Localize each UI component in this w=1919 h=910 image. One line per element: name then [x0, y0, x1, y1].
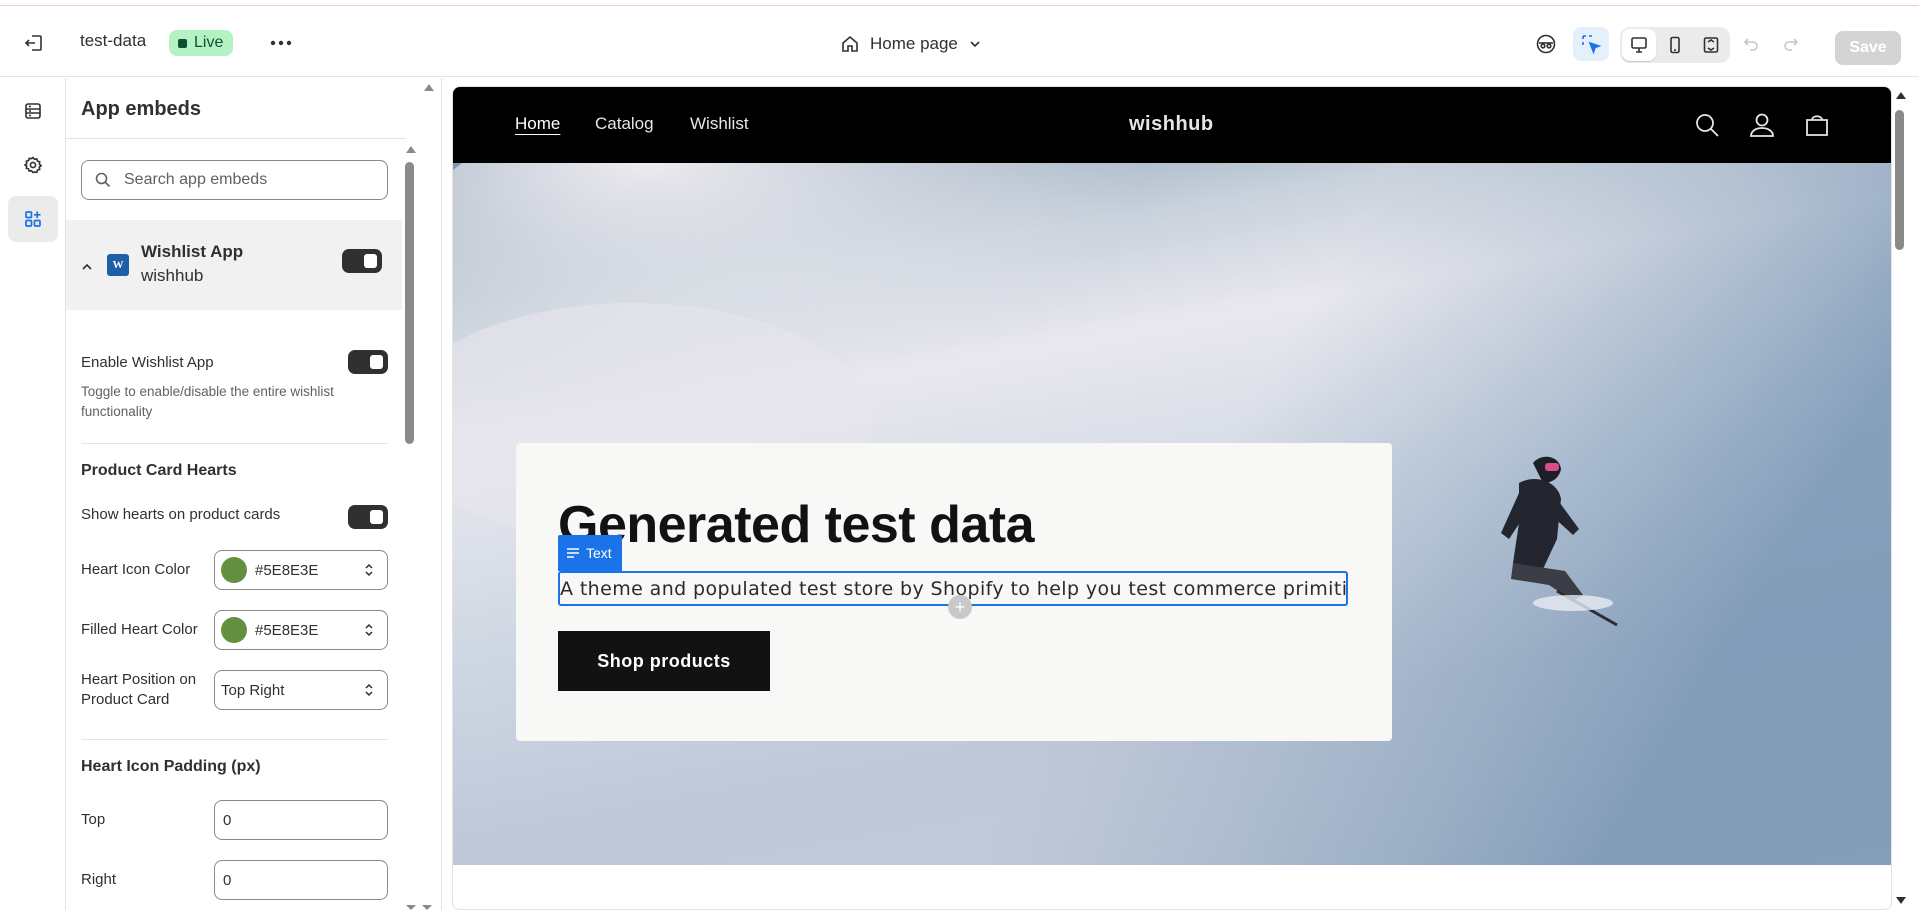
scroll-up-arrow-icon[interactable]: [423, 82, 435, 92]
store-brand[interactable]: wishhub: [1129, 113, 1214, 136]
search-field: [81, 160, 388, 200]
chevron-up-icon[interactable]: [80, 260, 94, 274]
app-vendor: wishhub: [141, 266, 204, 285]
section-product-card-hearts: Product Card Hearts: [81, 462, 237, 479]
top-strip: [0, 0, 1919, 6]
text-lines-icon: [567, 548, 579, 558]
undo-icon[interactable]: [1736, 27, 1766, 61]
hero-heading[interactable]: Generated test data: [558, 495, 1035, 555]
padding-right-label: Right: [81, 871, 117, 888]
app-embed-card[interactable]: W Wishlist App wishhub: [66, 220, 402, 310]
wishlist-app-logo: W: [107, 254, 129, 276]
mobile-view-icon[interactable]: [1658, 29, 1692, 61]
hero-banner: Generated test data Text A theme and pop…: [453, 163, 1891, 865]
filled-heart-color-picker[interactable]: #5E8E3E: [214, 610, 388, 650]
divider: [81, 739, 388, 740]
device-toggle-group: [1620, 27, 1730, 63]
hero-content-card: Generated test data Text A theme and pop…: [516, 443, 1392, 741]
inspector-wrap: [1573, 27, 1609, 61]
page-selector[interactable]: Home page: [840, 29, 982, 59]
inspector-cursor-icon[interactable]: [1573, 27, 1609, 61]
heart-position-label: Heart Position on Product Card: [81, 671, 197, 708]
padding-right-input[interactable]: 0: [214, 860, 388, 900]
panel-title: App embeds: [81, 98, 202, 120]
heart-position-select[interactable]: Top Right: [214, 670, 388, 710]
search-input[interactable]: [124, 171, 364, 189]
fullscreen-view-icon[interactable]: [1694, 29, 1728, 61]
nav-wishlist[interactable]: Wishlist: [690, 114, 749, 134]
skier-image: [1501, 456, 1618, 627]
text-block-chip[interactable]: Text: [558, 535, 622, 571]
scroll-down-arrow-icon[interactable]: [405, 904, 435, 910]
editor-topbar: test-data Live Home page Save: [0, 7, 1919, 77]
live-badge: Live: [169, 30, 234, 56]
enable-label: Enable Wishlist App: [81, 354, 214, 371]
undo-wrap: [1736, 27, 1766, 61]
enable-wishlist-toggle[interactable]: [348, 350, 388, 374]
preview-scrollbar-thumb[interactable]: [1895, 110, 1904, 250]
select-arrows-icon: [365, 623, 373, 637]
search-icon: [95, 172, 111, 188]
select-arrows-icon: [365, 683, 373, 697]
preview-scroll-down-icon[interactable]: [1895, 896, 1907, 906]
live-label: Live: [194, 34, 224, 51]
text-chip-label: Text: [586, 545, 612, 561]
save-button[interactable]: Save: [1835, 31, 1901, 65]
redo-icon[interactable]: [1776, 27, 1806, 61]
heart-icon-color-value: #5E8E3E: [255, 561, 319, 579]
section-heart-icon-padding: Heart Icon Padding (px): [81, 758, 261, 775]
store-name: test-data: [80, 31, 147, 50]
color-swatch: [221, 617, 247, 643]
cart-icon[interactable]: [1801, 109, 1833, 141]
sidebar-scrollbar-thumb[interactable]: [405, 162, 414, 444]
app-embed-toggle[interactable]: [342, 249, 382, 273]
nav-catalog[interactable]: Catalog: [595, 114, 654, 134]
settings-gear-icon[interactable]: [8, 142, 58, 188]
show-hearts-toggle[interactable]: [348, 505, 388, 529]
home-icon: [842, 35, 858, 52]
search-icon[interactable]: [1691, 109, 1723, 141]
app-name: Wishlist App: [141, 242, 244, 261]
redo-wrap: [1776, 27, 1806, 61]
app-embeds-panel: App embeds W Wishlist App wishhub Enable…: [66, 78, 442, 910]
heart-icon-color-label: Heart Icon Color: [81, 561, 191, 578]
padding-top-label: Top: [81, 811, 106, 828]
store-header: Home Catalog Wishlist wishhub: [453, 87, 1891, 163]
nav-home[interactable]: Home: [515, 114, 560, 134]
preview-inspector-wrap: [1528, 27, 1564, 61]
enable-help-text: Toggle to enable/disable the entire wish…: [81, 384, 334, 419]
filled-heart-color-value: #5E8E3E: [255, 621, 319, 639]
heart-icon-color-picker[interactable]: #5E8E3E: [214, 550, 388, 590]
more-actions-icon[interactable]: [266, 29, 296, 57]
exit-icon[interactable]: [20, 29, 48, 57]
sections-icon[interactable]: [8, 88, 58, 134]
filled-heart-color-label: Filled Heart Color: [81, 621, 198, 638]
storefront-preview: Home Catalog Wishlist wishhub Generated …: [452, 86, 1892, 910]
chevron-down-icon: [970, 41, 980, 48]
show-hearts-label: Show hearts on product cards: [81, 506, 281, 523]
preview-scroll-up-icon[interactable]: [1895, 90, 1907, 100]
padding-top-input[interactable]: 0: [214, 800, 388, 840]
select-arrows-icon: [365, 563, 373, 577]
panel-divider: [66, 138, 406, 139]
divider: [81, 443, 388, 444]
live-dot-icon: [178, 38, 187, 48]
shop-products-button[interactable]: Shop products: [558, 631, 770, 691]
app-embeds-icon[interactable]: [8, 196, 58, 242]
inner-scroll-up-arrow-icon[interactable]: [405, 144, 417, 154]
page-selector-label: Home page: [870, 34, 958, 53]
left-rail: [0, 78, 66, 910]
desktop-view-icon[interactable]: [1622, 29, 1656, 61]
heart-position-value: Top Right: [221, 681, 285, 699]
preview-mask-icon[interactable]: [1528, 27, 1564, 61]
color-swatch: [221, 557, 247, 583]
add-block-plus-icon[interactable]: +: [948, 595, 972, 619]
account-icon[interactable]: [1746, 109, 1778, 141]
